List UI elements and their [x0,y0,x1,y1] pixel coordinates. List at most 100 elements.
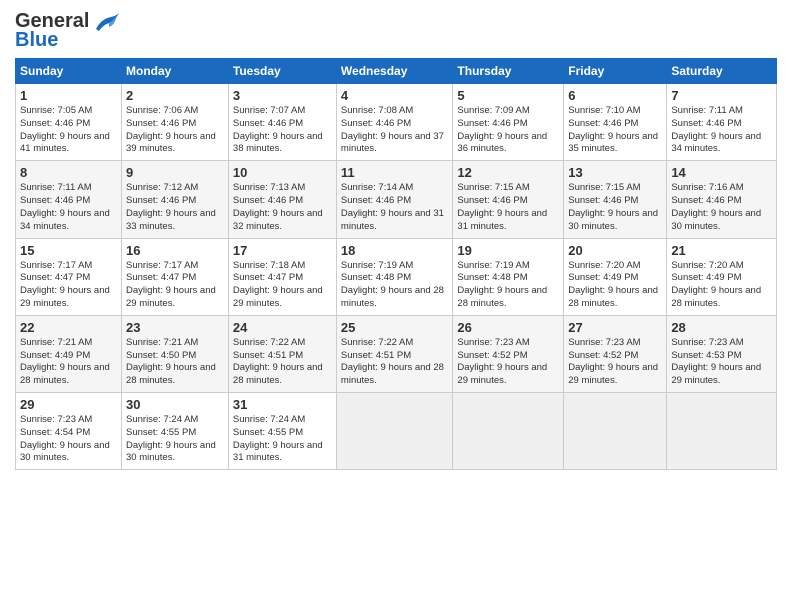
day-number: 24 [233,320,332,335]
calendar-cell: 31 Sunrise: 7:24 AM Sunset: 4:55 PM Dayl… [228,393,336,470]
calendar-cell: 11 Sunrise: 7:14 AM Sunset: 4:46 PM Dayl… [336,161,452,238]
day-number: 6 [568,88,662,103]
column-header-monday: Monday [122,59,229,84]
sunrise-label: Sunrise: 7:17 AM [20,260,92,271]
calendar-cell: 29 Sunrise: 7:23 AM Sunset: 4:54 PM Dayl… [16,393,122,470]
column-header-sunday: Sunday [16,59,122,84]
column-header-saturday: Saturday [667,59,777,84]
calendar-cell: 22 Sunrise: 7:21 AM Sunset: 4:49 PM Dayl… [16,315,122,392]
daylight-label: Daylight: 9 hours and 28 minutes. [341,362,444,386]
calendar-cell: 6 Sunrise: 7:10 AM Sunset: 4:46 PM Dayli… [564,84,667,161]
sunrise-label: Sunrise: 7:15 AM [457,182,529,193]
day-number: 27 [568,320,662,335]
day-number: 30 [126,397,224,412]
cell-content: Sunrise: 7:23 AM Sunset: 4:52 PM Dayligh… [568,337,662,388]
sunset-label: Sunset: 4:53 PM [671,350,741,361]
daylight-label: Daylight: 9 hours and 30 minutes. [568,208,658,232]
cell-content: Sunrise: 7:15 AM Sunset: 4:46 PM Dayligh… [568,182,662,233]
daylight-label: Daylight: 9 hours and 29 minutes. [568,362,658,386]
day-number: 19 [457,243,559,258]
calendar-cell: 28 Sunrise: 7:23 AM Sunset: 4:53 PM Dayl… [667,315,777,392]
day-number: 11 [341,165,448,180]
sunset-label: Sunset: 4:49 PM [20,350,90,361]
daylight-label: Daylight: 9 hours and 28 minutes. [671,285,761,309]
calendar-week-row: 8 Sunrise: 7:11 AM Sunset: 4:46 PM Dayli… [16,161,777,238]
logo: General Blue [15,10,121,52]
cell-content: Sunrise: 7:24 AM Sunset: 4:55 PM Dayligh… [126,414,224,465]
daylight-label: Daylight: 9 hours and 28 minutes. [341,285,444,309]
cell-content: Sunrise: 7:23 AM Sunset: 4:53 PM Dayligh… [671,337,772,388]
calendar-cell: 25 Sunrise: 7:22 AM Sunset: 4:51 PM Dayl… [336,315,452,392]
sunset-label: Sunset: 4:50 PM [126,350,196,361]
column-header-wednesday: Wednesday [336,59,452,84]
sunrise-label: Sunrise: 7:11 AM [20,182,92,193]
cell-content: Sunrise: 7:05 AM Sunset: 4:46 PM Dayligh… [20,105,117,156]
sunrise-label: Sunrise: 7:20 AM [671,260,743,271]
day-number: 4 [341,88,448,103]
cell-content: Sunrise: 7:11 AM Sunset: 4:46 PM Dayligh… [671,105,772,156]
calendar-cell: 10 Sunrise: 7:13 AM Sunset: 4:46 PM Dayl… [228,161,336,238]
calendar-week-row: 1 Sunrise: 7:05 AM Sunset: 4:46 PM Dayli… [16,84,777,161]
sunrise-label: Sunrise: 7:21 AM [126,337,198,348]
daylight-label: Daylight: 9 hours and 31 minutes. [341,208,444,232]
day-number: 22 [20,320,117,335]
day-number: 12 [457,165,559,180]
sunrise-label: Sunrise: 7:06 AM [126,105,198,116]
calendar-cell: 26 Sunrise: 7:23 AM Sunset: 4:52 PM Dayl… [453,315,564,392]
sunset-label: Sunset: 4:47 PM [126,272,196,283]
daylight-label: Daylight: 9 hours and 28 minutes. [568,285,658,309]
day-number: 7 [671,88,772,103]
calendar-cell: 27 Sunrise: 7:23 AM Sunset: 4:52 PM Dayl… [564,315,667,392]
day-number: 2 [126,88,224,103]
sunrise-label: Sunrise: 7:22 AM [233,337,305,348]
day-number: 26 [457,320,559,335]
calendar-week-row: 29 Sunrise: 7:23 AM Sunset: 4:54 PM Dayl… [16,393,777,470]
sunrise-label: Sunrise: 7:23 AM [20,414,92,425]
sunset-label: Sunset: 4:46 PM [341,195,411,206]
sunrise-label: Sunrise: 7:16 AM [671,182,743,193]
daylight-label: Daylight: 9 hours and 30 minutes. [126,440,216,464]
calendar-cell: 2 Sunrise: 7:06 AM Sunset: 4:46 PM Dayli… [122,84,229,161]
sunset-label: Sunset: 4:46 PM [20,118,90,129]
daylight-label: Daylight: 9 hours and 35 minutes. [568,131,658,155]
daylight-label: Daylight: 9 hours and 29 minutes. [126,285,216,309]
sunrise-label: Sunrise: 7:14 AM [341,182,413,193]
daylight-label: Daylight: 9 hours and 41 minutes. [20,131,110,155]
sunset-label: Sunset: 4:55 PM [126,427,196,438]
daylight-label: Daylight: 9 hours and 29 minutes. [671,362,761,386]
cell-content: Sunrise: 7:19 AM Sunset: 4:48 PM Dayligh… [341,260,448,311]
sunset-label: Sunset: 4:46 PM [457,195,527,206]
calendar-cell: 9 Sunrise: 7:12 AM Sunset: 4:46 PM Dayli… [122,161,229,238]
sunrise-label: Sunrise: 7:23 AM [671,337,743,348]
daylight-label: Daylight: 9 hours and 37 minutes. [341,131,444,155]
cell-content: Sunrise: 7:20 AM Sunset: 4:49 PM Dayligh… [671,260,772,311]
day-number: 3 [233,88,332,103]
sunset-label: Sunset: 4:52 PM [568,350,638,361]
sunrise-label: Sunrise: 7:19 AM [457,260,529,271]
cell-content: Sunrise: 7:09 AM Sunset: 4:46 PM Dayligh… [457,105,559,156]
day-number: 13 [568,165,662,180]
daylight-label: Daylight: 9 hours and 29 minutes. [457,362,547,386]
sunrise-label: Sunrise: 7:05 AM [20,105,92,116]
logo-bird-icon [91,11,121,33]
sunrise-label: Sunrise: 7:23 AM [457,337,529,348]
calendar-cell: 13 Sunrise: 7:15 AM Sunset: 4:46 PM Dayl… [564,161,667,238]
day-number: 1 [20,88,117,103]
daylight-label: Daylight: 9 hours and 29 minutes. [233,285,323,309]
day-number: 16 [126,243,224,258]
day-number: 21 [671,243,772,258]
calendar-cell: 8 Sunrise: 7:11 AM Sunset: 4:46 PM Dayli… [16,161,122,238]
sunset-label: Sunset: 4:54 PM [20,427,90,438]
calendar-cell: 21 Sunrise: 7:20 AM Sunset: 4:49 PM Dayl… [667,238,777,315]
day-number: 9 [126,165,224,180]
sunset-label: Sunset: 4:49 PM [671,272,741,283]
cell-content: Sunrise: 7:15 AM Sunset: 4:46 PM Dayligh… [457,182,559,233]
cell-content: Sunrise: 7:16 AM Sunset: 4:46 PM Dayligh… [671,182,772,233]
calendar-cell: 19 Sunrise: 7:19 AM Sunset: 4:48 PM Dayl… [453,238,564,315]
sunset-label: Sunset: 4:51 PM [233,350,303,361]
sunset-label: Sunset: 4:46 PM [568,195,638,206]
calendar-week-row: 15 Sunrise: 7:17 AM Sunset: 4:47 PM Dayl… [16,238,777,315]
sunset-label: Sunset: 4:46 PM [126,118,196,129]
cell-content: Sunrise: 7:20 AM Sunset: 4:49 PM Dayligh… [568,260,662,311]
sunset-label: Sunset: 4:46 PM [126,195,196,206]
